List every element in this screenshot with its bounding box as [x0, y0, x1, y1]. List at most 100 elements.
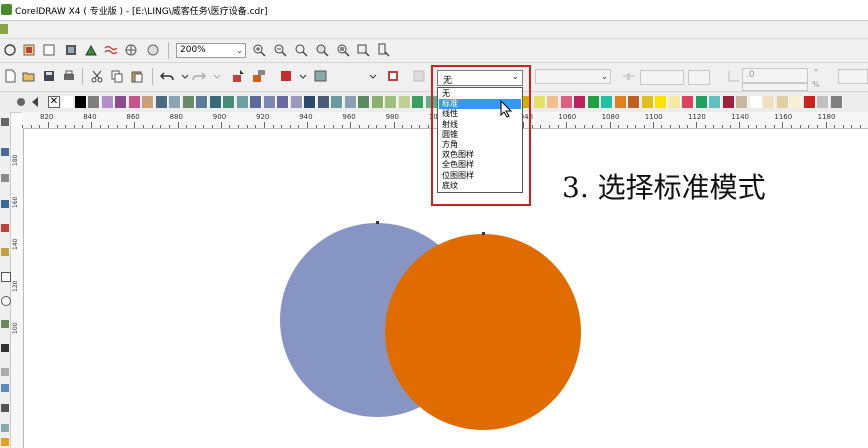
- palette-swatch[interactable]: [223, 96, 235, 108]
- palette-swatch[interactable]: [803, 96, 816, 108]
- palette-swatch[interactable]: [304, 96, 316, 108]
- palette-swatch[interactable]: [263, 96, 276, 108]
- palette-swatch[interactable]: [776, 96, 789, 108]
- palette-swatch[interactable]: [830, 96, 843, 108]
- palette-swatch[interactable]: [371, 96, 384, 108]
- undo-icon[interactable]: [160, 69, 174, 83]
- palette-swatch[interactable]: [587, 96, 600, 108]
- eyedropper-tool-icon[interactable]: [1, 404, 9, 412]
- palette-swatch[interactable]: [317, 96, 330, 108]
- export-icon[interactable]: [252, 69, 266, 83]
- palette-swatch[interactable]: [290, 96, 303, 108]
- palette-swatch[interactable]: [641, 96, 654, 108]
- palette-swatch[interactable]: [88, 96, 100, 108]
- palette-swatch[interactable]: [74, 96, 87, 108]
- palette-swatch[interactable]: [736, 96, 748, 108]
- palette-swatch[interactable]: [142, 96, 154, 108]
- palette-swatch[interactable]: [533, 96, 546, 108]
- welcome-screen-icon[interactable]: [314, 69, 328, 83]
- palette-swatch[interactable]: [358, 96, 370, 108]
- zoom-all-icon[interactable]: [315, 43, 329, 57]
- chevron-down-icon[interactable]: [178, 69, 192, 83]
- table-tool-icon[interactable]: [1, 368, 9, 376]
- palette-swatch[interactable]: [655, 96, 667, 108]
- zoom-tool-icon[interactable]: [1, 200, 9, 208]
- blue-circle-node[interactable]: [376, 221, 379, 224]
- palette-swatch[interactable]: [560, 96, 573, 108]
- palette-arrow-icon[interactable]: [28, 95, 38, 107]
- fill-tool-icon[interactable]: [1, 438, 9, 446]
- zoom-width-icon[interactable]: [356, 43, 370, 57]
- new-document-icon[interactable]: [3, 69, 17, 83]
- sphere-icon[interactable]: [146, 43, 160, 57]
- palette-swatch[interactable]: [196, 96, 208, 108]
- palette-swatch[interactable]: [155, 96, 168, 108]
- palette-swatch[interactable]: [209, 96, 222, 108]
- circle-view-icon[interactable]: [3, 43, 17, 57]
- palette-swatch[interactable]: [277, 96, 289, 108]
- freehand-tool-icon[interactable]: [1, 224, 9, 232]
- fit-page-icon[interactable]: [22, 43, 36, 57]
- freeze-field[interactable]: [838, 69, 868, 84]
- palette-swatch[interactable]: [128, 96, 141, 108]
- wireframe-icon[interactable]: [124, 43, 138, 57]
- palette-swatch[interactable]: [695, 96, 708, 108]
- orange-circle[interactable]: [385, 234, 581, 430]
- copy-icon[interactable]: [110, 69, 124, 83]
- open-folder-icon[interactable]: [22, 69, 36, 83]
- house-icon[interactable]: [84, 43, 98, 57]
- palette-swatch[interactable]: [628, 96, 640, 108]
- angle-field[interactable]: .0: [742, 68, 808, 83]
- wave-icon[interactable]: [104, 43, 118, 57]
- zoom-height-icon[interactable]: [376, 43, 390, 57]
- zoom-level-combo[interactable]: 200% ⌄: [176, 43, 246, 58]
- cut-icon[interactable]: [90, 69, 104, 83]
- palette-swatch[interactable]: [115, 96, 127, 108]
- palette-swatch[interactable]: [817, 96, 829, 108]
- outline-tool-icon[interactable]: [1, 424, 9, 432]
- palette-swatch[interactable]: [61, 96, 73, 108]
- paste-icon[interactable]: [130, 69, 144, 83]
- orange-circle-node[interactable]: [482, 232, 485, 235]
- save-icon[interactable]: [42, 69, 56, 83]
- transparency-value-field[interactable]: [688, 70, 710, 85]
- text-tool-icon[interactable]: [1, 344, 9, 352]
- edge-pad-field[interactable]: [742, 83, 808, 91]
- palette-swatch[interactable]: [331, 96, 343, 108]
- palette-scroll-icon[interactable]: [14, 95, 25, 106]
- transparency-slider[interactable]: [640, 70, 684, 85]
- chevron-down-icon[interactable]: [296, 69, 310, 83]
- palette-swatch[interactable]: [344, 96, 357, 108]
- palette-swatch[interactable]: [574, 96, 586, 108]
- print-icon[interactable]: [62, 69, 76, 83]
- palette-swatch[interactable]: [412, 96, 424, 108]
- pick-tool-icon[interactable]: [1, 118, 9, 126]
- palette-swatch[interactable]: [182, 96, 195, 108]
- options-icon[interactable]: [386, 69, 400, 83]
- palette-swatch[interactable]: [668, 96, 681, 108]
- palette-swatch[interactable]: [547, 96, 559, 108]
- palette-swatch[interactable]: [682, 96, 694, 108]
- document-menu-icon[interactable]: [0, 24, 8, 34]
- shape-tool-icon[interactable]: [1, 148, 9, 156]
- zoom-out-icon[interactable]: [273, 43, 287, 57]
- interactive-transparency-tool-icon[interactable]: [1, 384, 9, 392]
- no-color-swatch[interactable]: ✕: [48, 96, 60, 108]
- application-launcher-icon[interactable]: [280, 69, 294, 83]
- palette-swatch[interactable]: [101, 96, 114, 108]
- transparency-operation-combo[interactable]: ⌄: [535, 69, 611, 84]
- chevron-down-icon[interactable]: [366, 69, 380, 83]
- palette-swatch[interactable]: [169, 96, 181, 108]
- rectangle-tool-icon[interactable]: [1, 272, 11, 282]
- palette-swatch[interactable]: [236, 96, 249, 108]
- palette-swatch[interactable]: [614, 96, 627, 108]
- zoom-selected-icon[interactable]: [294, 43, 308, 57]
- palette-swatch[interactable]: [749, 96, 762, 108]
- redo-icon[interactable]: [192, 69, 206, 83]
- page-view-icon[interactable]: [42, 43, 56, 57]
- palette-swatch[interactable]: [722, 96, 735, 108]
- import-icon[interactable]: [232, 69, 246, 83]
- palette-swatch[interactable]: [790, 96, 802, 108]
- polygon-tool-icon[interactable]: [1, 320, 9, 328]
- smart-fill-tool-icon[interactable]: [1, 248, 9, 256]
